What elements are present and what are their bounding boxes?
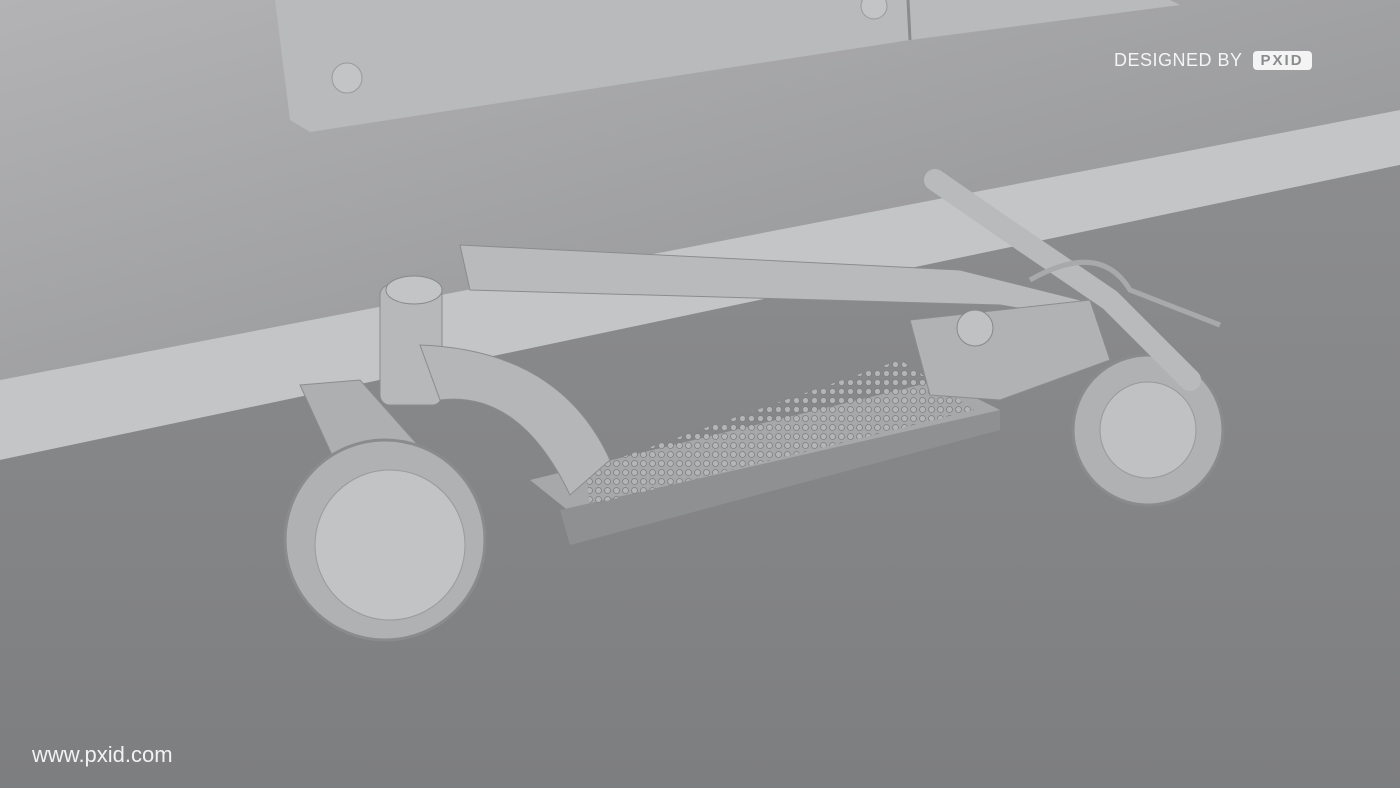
website-url: www.pxid.com (32, 742, 173, 767)
scooter-render (0, 0, 1400, 788)
designed-by-text: DESIGNED BY (1114, 50, 1243, 70)
designed-by-watermark: DESIGNED BY PXID (1114, 50, 1312, 71)
pxid-logo: PXID (1252, 51, 1312, 70)
